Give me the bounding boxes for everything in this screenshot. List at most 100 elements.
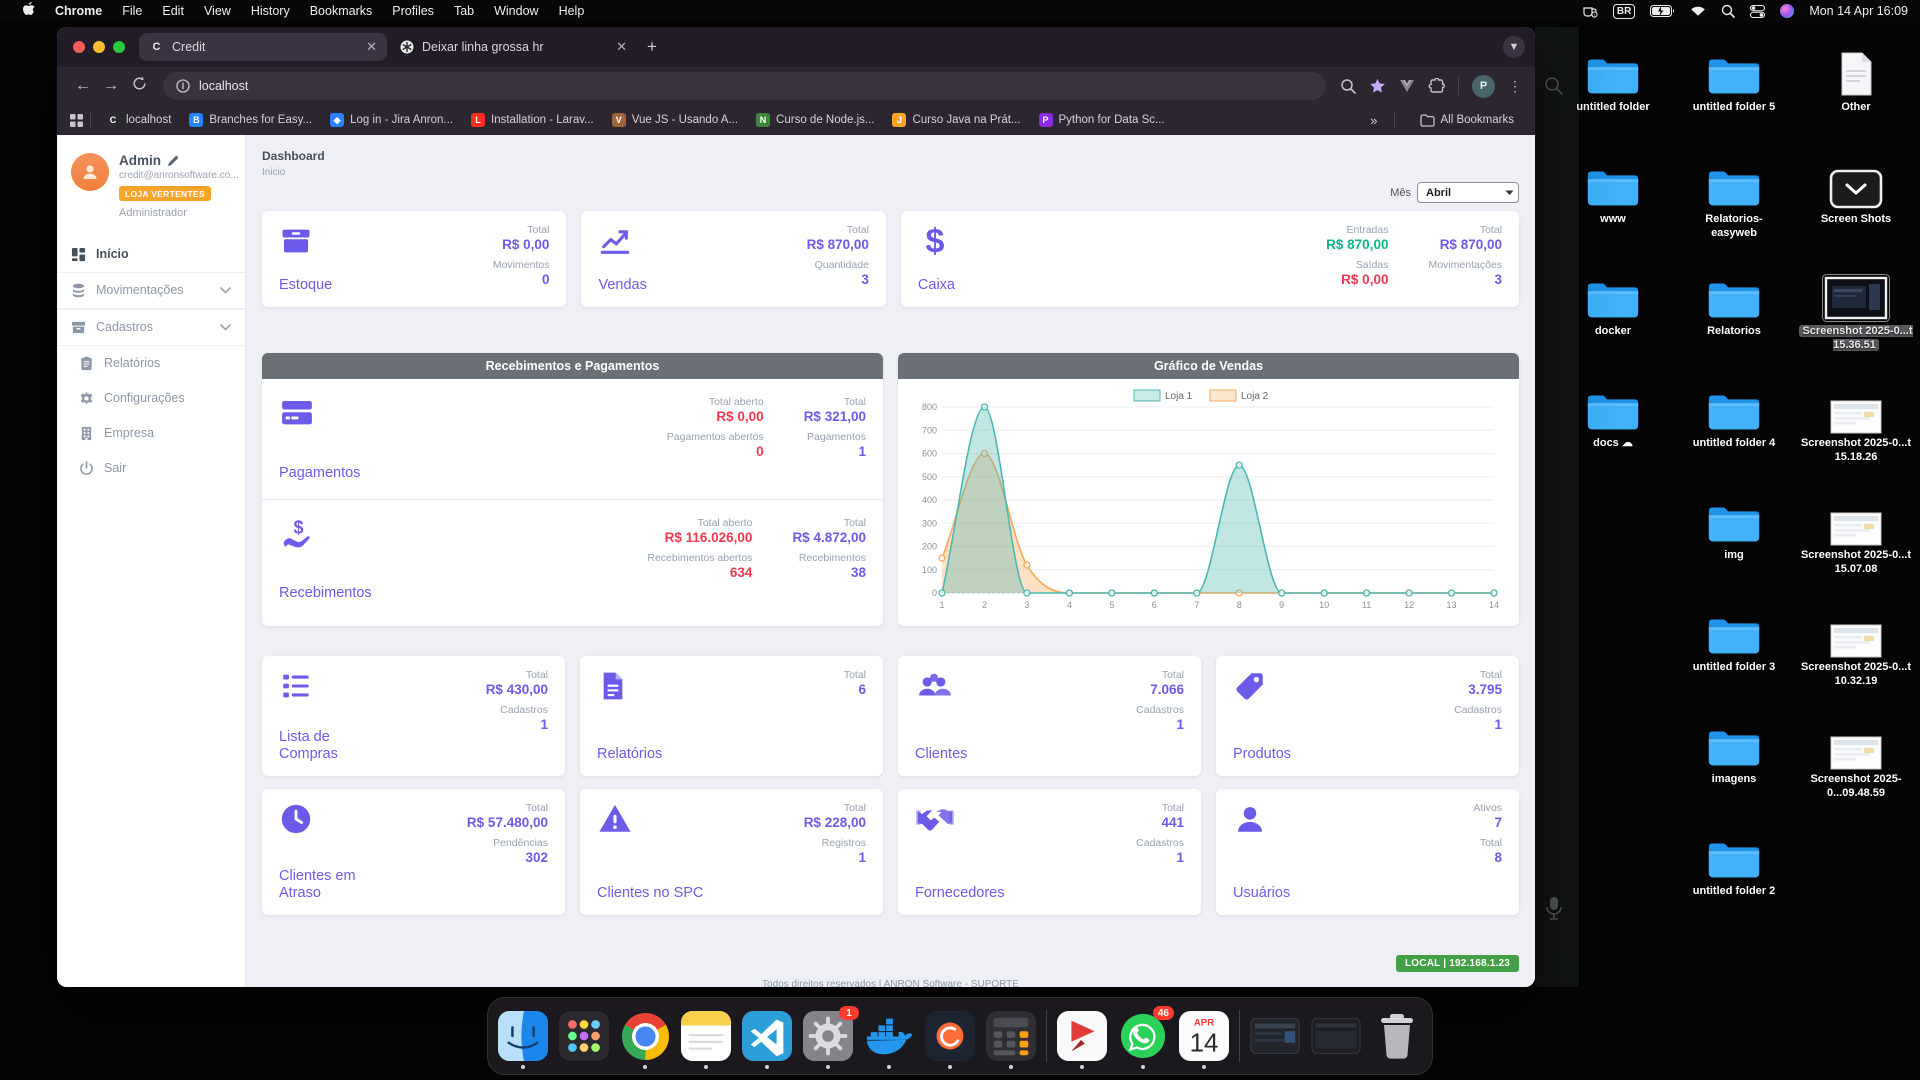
dock-red-app[interactable] bbox=[1056, 1010, 1108, 1062]
card-label[interactable]: Estoque bbox=[279, 277, 332, 294]
battery-icon[interactable] bbox=[1650, 5, 1675, 17]
input-source-indicator[interactable]: BR bbox=[1613, 4, 1635, 19]
tab-close-icon[interactable]: ✕ bbox=[616, 39, 627, 55]
sidebar-item-sair[interactable]: Sair bbox=[57, 451, 245, 486]
dock-calculator[interactable] bbox=[985, 1010, 1037, 1062]
vue-devtools-icon[interactable] bbox=[1399, 79, 1415, 93]
dock-finder[interactable] bbox=[497, 1010, 549, 1062]
row-label[interactable]: Recebimentos bbox=[279, 585, 372, 602]
menu-item-tab[interactable]: Tab bbox=[444, 4, 484, 18]
dock-calendar[interactable]: APR14 bbox=[1178, 1010, 1230, 1062]
desktop-item-relatorioseasyweb[interactable]: Relatorios-easyweb bbox=[1684, 146, 1784, 258]
menu-item-file[interactable]: File bbox=[112, 4, 152, 18]
menu-item-window[interactable]: Window bbox=[484, 4, 548, 18]
card-label[interactable]: Caixa bbox=[918, 277, 955, 294]
menu-item-view[interactable]: View bbox=[194, 4, 241, 18]
sidebar-item-configuracoes[interactable]: Configurações bbox=[57, 381, 245, 416]
tab-1[interactable]: CCredit✕ bbox=[139, 33, 387, 61]
bookmark-bitbucket[interactable]: BBranches for Easy... bbox=[180, 113, 321, 127]
card-label[interactable]: Vendas bbox=[598, 277, 646, 294]
month-select[interactable]: Abril bbox=[1417, 182, 1519, 203]
desktop-item-screenshot-20250t-150708[interactable]: Screenshot 2025-0...t 15.07.08 bbox=[1798, 482, 1914, 594]
desktop-item-docs[interactable]: docs ☁ bbox=[1564, 370, 1662, 482]
browser-menu-icon[interactable]: ⋮ bbox=[1508, 78, 1523, 95]
desktop-item-other[interactable]: Other bbox=[1798, 34, 1914, 146]
dock-notes[interactable] bbox=[680, 1010, 732, 1062]
desktop-item-screenshot-20250094859[interactable]: Screenshot 2025-0...09.48.59 bbox=[1798, 706, 1914, 818]
caffeinate-icon[interactable]: ! bbox=[1582, 4, 1598, 18]
desktop-item-imagens[interactable]: imagens bbox=[1684, 706, 1784, 818]
desktop-item-untitled-folder-2[interactable]: untitled folder 2 bbox=[1684, 818, 1784, 930]
close-window-button[interactable] bbox=[73, 41, 85, 53]
menu-bar-clock[interactable]: Mon 14 Apr 16:09 bbox=[1809, 4, 1908, 18]
sidebar-item-inicio[interactable]: Início bbox=[57, 237, 245, 272]
dock-postman[interactable] bbox=[924, 1010, 976, 1062]
desktop-item-untitled-folder[interactable]: untitled folder bbox=[1564, 34, 1662, 146]
card-label[interactable]: Usuários bbox=[1233, 885, 1290, 902]
edit-pencil-icon[interactable] bbox=[167, 155, 179, 167]
sidebar-item-empresa[interactable]: Empresa bbox=[57, 416, 245, 451]
menu-item-edit[interactable]: Edit bbox=[152, 4, 194, 18]
bookmark-node[interactable]: NCurso de Node.js... bbox=[747, 113, 883, 127]
desktop-item-screenshot-20250t-153651[interactable]: Screenshot 2025-0...t 15.36.51 bbox=[1798, 258, 1914, 370]
wifi-icon[interactable] bbox=[1690, 5, 1706, 17]
search-icon[interactable] bbox=[1340, 78, 1356, 94]
desktop-item-screenshot-20250t-103219[interactable]: Screenshot 2025-0...t 10.32.19 bbox=[1798, 594, 1914, 706]
dock-vscode[interactable] bbox=[741, 1010, 793, 1062]
apps-grid-icon[interactable] bbox=[69, 113, 84, 128]
desktop-item-untitled-folder-3[interactable]: untitled folder 3 bbox=[1684, 594, 1784, 706]
user-avatar[interactable] bbox=[71, 153, 109, 191]
desktop-item-relatorios[interactable]: Relatorios bbox=[1684, 258, 1784, 370]
site-info-icon[interactable] bbox=[176, 79, 190, 93]
zoom-window-button[interactable] bbox=[113, 41, 125, 53]
sidebar-item-relatorios[interactable]: Relatórios bbox=[57, 346, 245, 381]
control-center-icon[interactable] bbox=[1750, 5, 1765, 18]
apple-menu-icon[interactable] bbox=[12, 2, 45, 20]
desktop-item-www[interactable]: www bbox=[1564, 146, 1662, 258]
desktop-item-screenshot-20250t-151826[interactable]: Screenshot 2025-0...t 15.18.26 bbox=[1798, 370, 1914, 482]
menu-item-profiles[interactable]: Profiles bbox=[382, 4, 444, 18]
desktop-item-untitled-folder-5[interactable]: untitled folder 5 bbox=[1684, 34, 1784, 146]
bookmark-c-letter[interactable]: Clocalhost bbox=[97, 113, 180, 127]
card-label[interactable]: Fornecedores bbox=[915, 885, 1004, 902]
reload-button[interactable] bbox=[125, 76, 153, 96]
card-label[interactable]: Clientes no SPC bbox=[597, 885, 703, 902]
siri-icon[interactable] bbox=[1780, 4, 1794, 18]
card-label[interactable]: Clientes em Atraso bbox=[279, 868, 389, 902]
extensions-puzzle-icon[interactable] bbox=[1428, 78, 1445, 95]
dock-minimized-window-1[interactable] bbox=[1249, 1010, 1301, 1062]
tab-search-chevron-icon[interactable]: ▼ bbox=[1503, 36, 1525, 58]
dock-chrome[interactable] bbox=[619, 1010, 671, 1062]
menu-app-name[interactable]: Chrome bbox=[45, 4, 112, 18]
tab-2[interactable]: Deixar linha grossa hr✕ bbox=[389, 33, 637, 61]
dock-settings[interactable]: 1 bbox=[802, 1010, 854, 1062]
address-bar[interactable]: localhost bbox=[163, 72, 1326, 100]
new-tab-button[interactable]: + bbox=[647, 37, 657, 57]
bookmark-java[interactable]: JCurso Java na Prát... bbox=[883, 113, 1029, 127]
bookmarks-overflow-icon[interactable]: » bbox=[1370, 113, 1377, 128]
all-bookmarks-button[interactable]: All Bookmarks bbox=[1411, 114, 1524, 127]
spotlight-search-icon[interactable] bbox=[1721, 4, 1735, 18]
sidebar-item-movimentacoes[interactable]: Movimentações bbox=[57, 272, 245, 309]
bookmark-monkey[interactable]: VVue JS - Usando A... bbox=[603, 113, 747, 127]
bookmark-laravel[interactable]: LInstallation - Larav... bbox=[462, 113, 603, 127]
back-button[interactable]: ← bbox=[69, 77, 97, 95]
desktop-item-screen-shots[interactable]: Screen Shots bbox=[1798, 146, 1914, 258]
bookmark-star-icon[interactable] bbox=[1369, 78, 1386, 94]
card-label[interactable]: Clientes bbox=[915, 746, 967, 763]
bookmark-python[interactable]: PPython for Data Sc... bbox=[1030, 113, 1174, 127]
profile-avatar[interactable]: P bbox=[1472, 75, 1495, 98]
card-label[interactable]: Relatórios bbox=[597, 746, 662, 763]
dock-whatsapp[interactable]: 46 bbox=[1117, 1010, 1169, 1062]
forward-button[interactable]: → bbox=[97, 77, 125, 95]
card-label[interactable]: Lista de Compras bbox=[279, 729, 389, 763]
tab-close-icon[interactable]: ✕ bbox=[366, 39, 377, 55]
row-label[interactable]: Pagamentos bbox=[279, 465, 360, 482]
menu-item-history[interactable]: History bbox=[241, 4, 300, 18]
sidebar-item-cadastros[interactable]: Cadastros bbox=[57, 309, 245, 346]
desktop-item-untitled-folder-4[interactable]: untitled folder 4 bbox=[1684, 370, 1784, 482]
dock-minimized-window-2[interactable] bbox=[1310, 1010, 1362, 1062]
bookmark-jira[interactable]: ◆Log in - Jira Anron... bbox=[321, 113, 462, 127]
desktop-item-img[interactable]: img bbox=[1684, 482, 1784, 594]
menu-item-help[interactable]: Help bbox=[549, 4, 595, 18]
